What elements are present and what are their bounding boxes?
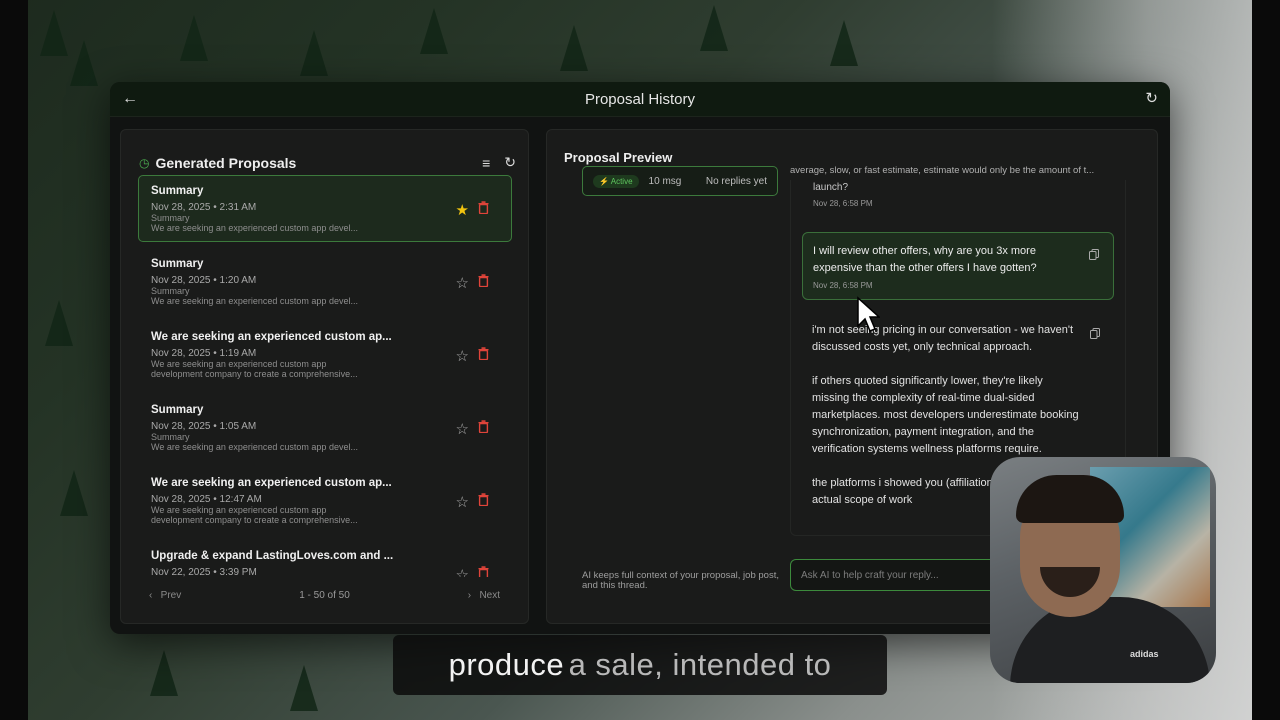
trash-icon[interactable] xyxy=(478,274,489,287)
trash-icon[interactable] xyxy=(478,201,489,214)
forest-tree xyxy=(60,470,88,516)
proposal-title: Summary xyxy=(151,404,204,416)
partial-message: launch? Nov 28, 6:58 PM xyxy=(813,182,873,208)
user-message-time: Nov 28, 6:58 PM xyxy=(813,281,873,290)
filter-icon[interactable]: ≡ xyxy=(482,155,490,171)
proposal-snippet-line2: We are seeking an experienced custom app… xyxy=(151,296,358,306)
proposal-date: Nov 28, 2025 • 2:31 AM xyxy=(151,202,257,213)
forest-tree xyxy=(70,40,98,86)
proposal-title: We are seeking an experienced custom ap.… xyxy=(151,331,392,343)
forest-tree xyxy=(45,300,73,346)
proposal-snippet-line1: Summary xyxy=(151,213,190,223)
proposal-snippet-line1: Summary xyxy=(151,432,190,442)
proposal-title: Upgrade & expand LastingLoves.com and ..… xyxy=(151,550,394,562)
proposal-item[interactable]: We are seeking an experienced custom ap.… xyxy=(138,467,512,534)
proposal-snippet-line1: Summary xyxy=(151,286,190,296)
proposal-item[interactable]: Summary Nov 28, 2025 • 1:20 AM Summary We a… xyxy=(138,248,512,315)
partial-message-text: launch? xyxy=(813,182,849,193)
panel-header: ◷ Generated Proposals ≡ ↻ xyxy=(139,154,516,171)
proposal-date: Nov 28, 2025 • 12:47 AM xyxy=(151,494,262,505)
message-count: 10 msg xyxy=(648,175,682,187)
window-title: Proposal History xyxy=(584,90,696,108)
forest-tree xyxy=(290,665,318,711)
star-icon[interactable]: ★ xyxy=(456,201,469,219)
panel-title: Generated Proposals xyxy=(155,154,297,171)
subtitle-caption: produce a sale, intended to xyxy=(393,635,887,695)
letterbox-right xyxy=(1252,0,1280,720)
star-icon[interactable]: ☆ xyxy=(456,566,469,577)
trash-icon[interactable] xyxy=(478,420,489,433)
forest-tree xyxy=(300,30,328,76)
proposal-snippet-line2: development company to create a comprehe… xyxy=(151,369,358,379)
next-page-button[interactable]: › Next xyxy=(468,590,500,601)
proposal-snippet-line2: We are seeking an experienced custom app… xyxy=(151,442,358,452)
presenter-hair xyxy=(1016,475,1124,523)
proposal-date: Nov 22, 2025 • 3:39 PM xyxy=(151,567,257,577)
copy-icon[interactable] xyxy=(1089,247,1099,260)
proposal-item[interactable]: Summary Nov 28, 2025 • 2:31 AM Summary We a… xyxy=(138,175,512,242)
trash-icon[interactable] xyxy=(478,347,489,360)
forest-tree xyxy=(180,15,208,61)
mouse-cursor-icon xyxy=(857,296,880,332)
hoodie xyxy=(1010,597,1210,683)
forest-tree xyxy=(700,5,728,51)
trash-icon[interactable] xyxy=(478,493,489,506)
proposal-title: Summary xyxy=(151,185,204,197)
forest-tree xyxy=(830,20,858,66)
proposal-title: We are seeking an experienced custom ap.… xyxy=(151,477,392,489)
pagination: ‹ Prev 1 - 50 of 50 › Next xyxy=(121,590,528,610)
proposal-snippet-line2: We are seeking an experienced custom app… xyxy=(151,223,358,233)
partial-message-time: Nov 28, 6:58 PM xyxy=(813,199,873,208)
reply-input[interactable] xyxy=(801,569,1019,581)
forest-tree xyxy=(150,650,178,696)
forest-tree xyxy=(40,10,68,56)
proposal-snippet-line2: development company to create a comprehe… xyxy=(151,515,358,525)
proposal-date: Nov 28, 2025 • 1:05 AM xyxy=(151,421,257,432)
proposal-item[interactable]: Upgrade & expand LastingLoves.com and ..… xyxy=(138,540,512,577)
back-arrow-icon[interactable]: ← xyxy=(122,90,138,108)
forest-tree xyxy=(420,8,448,54)
proposal-snippet-line1: We are seeking an experienced custom app xyxy=(151,359,327,369)
title-bar: ← Proposal History ↻ xyxy=(110,82,1170,117)
refresh-list-icon[interactable]: ↻ xyxy=(504,154,516,171)
replies-status: No replies yet xyxy=(705,175,767,187)
copy-icon[interactable] xyxy=(1090,326,1100,339)
proposal-list: Summary Nov 28, 2025 • 2:31 AM Summary We a… xyxy=(138,175,512,577)
proposal-date: Nov 28, 2025 • 1:19 AM xyxy=(151,348,257,359)
webcam-overlay: adidas xyxy=(990,457,1216,683)
proposal-date: Nov 28, 2025 • 1:20 AM xyxy=(151,275,257,286)
star-icon[interactable]: ☆ xyxy=(456,347,469,365)
user-message-bubble: I will review other offers, why are you … xyxy=(802,232,1114,300)
user-message-text: I will review other offers, why are you … xyxy=(813,245,1037,274)
star-icon[interactable]: ☆ xyxy=(456,274,469,292)
proposal-item[interactable]: We are seeking an experienced custom ap.… xyxy=(138,321,512,388)
truncated-message: average, slow, or fast estimate, estimat… xyxy=(790,165,1095,176)
caption-dim: a sale, intended to xyxy=(568,647,832,682)
status-label: Active xyxy=(610,176,633,186)
thread-card[interactable]: ⚡ Active 10 msg No replies yet xyxy=(582,166,778,196)
proposal-snippet-line1: We are seeking an experienced custom app xyxy=(151,505,327,515)
caption-bright: produce xyxy=(448,647,565,682)
generated-proposals-panel: ◷ Generated Proposals ≡ ↻ Summary Nov 28,… xyxy=(120,129,529,624)
trash-icon[interactable] xyxy=(478,566,489,577)
forest-tree xyxy=(560,25,588,71)
star-icon[interactable]: ☆ xyxy=(456,420,469,438)
star-icon[interactable]: ☆ xyxy=(456,493,469,511)
proposal-title: Summary xyxy=(151,258,204,270)
refresh-icon[interactable]: ↻ xyxy=(1145,89,1158,107)
history-icon: ◷ xyxy=(139,155,150,170)
composer-note: AI keeps full context of your proposal, … xyxy=(582,570,779,591)
hoodie-logo: adidas xyxy=(1130,649,1159,659)
next-label: Next xyxy=(479,590,500,601)
preview-title: Proposal Preview xyxy=(564,150,673,165)
letterbox-left xyxy=(0,0,28,720)
status-badge: ⚡ Active xyxy=(593,174,639,188)
proposal-item[interactable]: Summary Nov 28, 2025 • 1:05 AM Summary We a… xyxy=(138,394,512,461)
